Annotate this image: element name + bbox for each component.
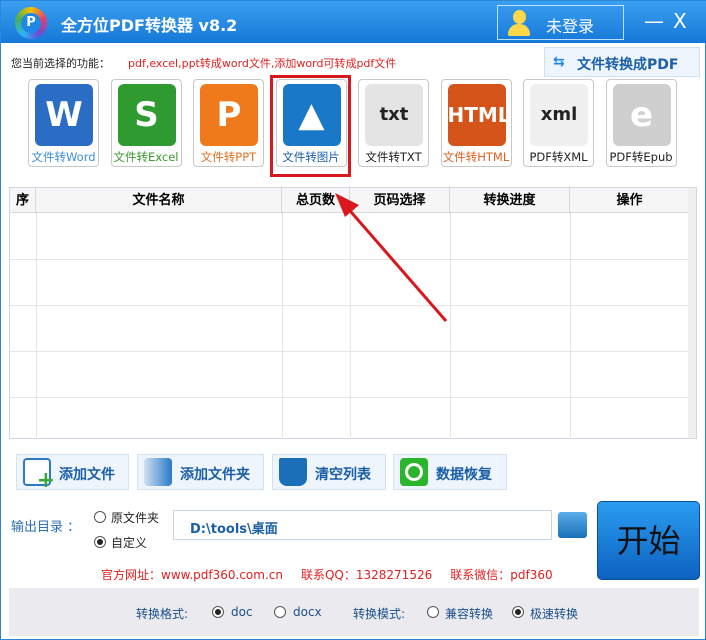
tool-icon: S (117, 84, 176, 146)
tool-label: 文件转TXT (365, 150, 422, 164)
tool-icon: W (35, 84, 93, 146)
function-description: pdf,excel,ppt转成word文件,添加word可转成pdf文件 (128, 57, 397, 70)
format-label: 转换格式: (136, 607, 189, 621)
scrollbar[interactable] (688, 188, 696, 438)
tool-button-7[interactable]: e PDF转Epub (605, 79, 677, 167)
add-folder-icon (144, 458, 172, 486)
contact-info: 官方网址：www.pdf360.com.cn 联系QQ：1328271526 联系微… (101, 566, 571, 583)
add-file-icon: + (23, 458, 55, 492)
tool-label: 文件转PPT (200, 150, 257, 164)
tool-label: PDF转XML (529, 150, 588, 164)
radio-doc[interactable] (212, 606, 224, 618)
tool-button-1[interactable]: S 文件转Excel (110, 79, 182, 167)
folder-icon[interactable] (558, 512, 587, 538)
output-dir-label: 输出目录 ： (11, 520, 81, 535)
highlight-box (270, 75, 351, 177)
close-button[interactable]: X (673, 9, 687, 33)
title-bar: P 全方位PDF转换器 v8.2 未登录 — X (1, 1, 706, 43)
trash-icon (279, 458, 307, 486)
radio-original-folder[interactable] (94, 511, 106, 523)
website-link[interactable]: 官方网址：www.pdf360.com.cn (101, 568, 283, 582)
data-restore-button[interactable]: 数据恢复 (393, 454, 507, 490)
wechat-contact: 联系微信：pdf360 (450, 568, 553, 582)
tool-icon: e (612, 84, 671, 146)
compatible-label: 兼容转换 (445, 607, 494, 621)
radio-custom[interactable] (94, 536, 106, 548)
tool-icon: xml (530, 84, 588, 146)
annotation-arrow (335, 193, 448, 322)
tool-label: PDF转Epub (609, 150, 673, 164)
tool-label: 文件转Excel (113, 150, 179, 164)
fast-label: 极速转换 (530, 607, 579, 621)
clear-list-button[interactable]: 清空列表 (272, 454, 386, 490)
doc-label: doc (231, 605, 253, 619)
output-path-input[interactable]: D:\tools\桌面 (173, 510, 552, 540)
tool-label: 文件转HTML (442, 150, 510, 164)
app-title: 全方位PDF转换器 v8.2 (61, 16, 238, 35)
radio-fast[interactable] (512, 606, 524, 618)
tool-button-0[interactable]: W 文件转Word (28, 79, 99, 167)
col-progress: 转换进度 (450, 188, 570, 213)
add-folder-button[interactable]: 添加文件夹 (137, 454, 264, 490)
function-label: 您当前选择的功能： (11, 57, 110, 70)
tool-icon: P (200, 84, 258, 146)
minimize-button[interactable]: — (644, 9, 664, 33)
tool-button-6[interactable]: xml PDF转XML (523, 79, 594, 167)
radio-docx[interactable] (274, 606, 286, 618)
tool-icon: HTML (447, 84, 511, 146)
user-icon (508, 10, 530, 36)
app-logo: P (15, 7, 47, 39)
radio-compatible[interactable] (427, 606, 439, 618)
custom-label: 自定义 (111, 536, 148, 550)
tool-button-5[interactable]: HTML 文件转HTML (440, 79, 512, 167)
tool-button-2[interactable]: P 文件转PPT (193, 79, 264, 167)
swap-icon: ⇆ (553, 54, 565, 70)
tool-label: 文件转Word (31, 150, 96, 164)
add-file-button[interactable]: + 添加文件 (16, 454, 129, 492)
login-button[interactable]: 未登录 (497, 5, 624, 40)
docx-label: docx (293, 605, 322, 619)
convert-to-pdf-button[interactable]: ⇆ 文件转换成PDF (544, 47, 700, 77)
col-actions: 操作 (570, 188, 690, 213)
restore-icon (400, 458, 428, 486)
mode-label: 转换模式: (353, 607, 406, 621)
tool-icon: txt (365, 84, 423, 146)
start-button[interactable]: 开始 (597, 501, 700, 580)
col-filename: 文件名称 (36, 188, 282, 213)
col-index: 序 (10, 188, 36, 213)
tool-button-4[interactable]: txt 文件转TXT (358, 79, 429, 167)
original-folder-label: 原文件夹 (111, 511, 160, 525)
qq-contact: 联系QQ：1328271526 (300, 568, 433, 582)
